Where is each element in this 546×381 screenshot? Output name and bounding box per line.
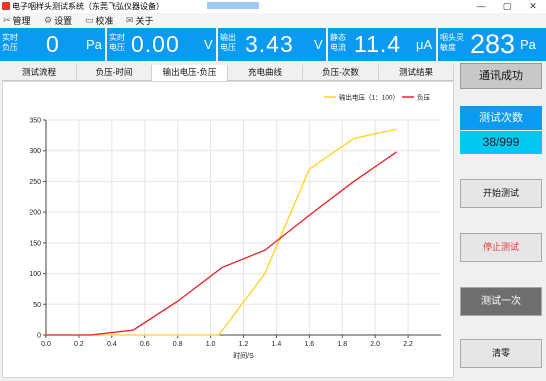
menu-bar: ✂ 管理 ⚙ 设置 ▭ 校准 ✉ 关于 bbox=[0, 13, 546, 27]
menu-calibrate-label: 校准 bbox=[95, 16, 114, 26]
menu-manage-label: 管理 bbox=[12, 16, 31, 26]
tab-pressure-time[interactable]: 负压-时间 bbox=[77, 65, 152, 81]
static-current-value: 11.4 bbox=[354, 31, 402, 57]
x-axis-label: 时间/S bbox=[233, 351, 254, 360]
tab-test-flow[interactable]: 测试流程 bbox=[2, 65, 77, 81]
x-tick-label: 1.2 bbox=[239, 341, 249, 348]
legend-label-1: 负压 bbox=[417, 93, 431, 102]
sensitivity-unit: Pa bbox=[520, 37, 536, 52]
tab-bar: 测试流程 负压-时间 输出电压-负压 充电曲线 负压-次数 测试结果 bbox=[2, 65, 454, 81]
output-voltage-label: 输出电压 bbox=[220, 33, 236, 52]
maximize-button[interactable]: ▢ bbox=[495, 0, 519, 13]
pressure-value: 0 bbox=[46, 31, 59, 57]
sensitivity-label: 咽头灵敏度 bbox=[440, 33, 464, 52]
pressure-label: 实时负压 bbox=[2, 33, 18, 52]
test-count-label: 测试次数 bbox=[460, 106, 542, 130]
x-tick-label: 1.6 bbox=[304, 341, 314, 348]
y-tick-label: 350 bbox=[29, 118, 41, 125]
series-line-1 bbox=[46, 151, 397, 336]
output-voltage-unit: V bbox=[314, 37, 323, 52]
sensitivity-panel: 咽头灵敏度 283 Pa bbox=[438, 28, 546, 61]
calibrate-icon: ▭ bbox=[85, 15, 94, 25]
tab-pressure-count[interactable]: 负压-次数 bbox=[303, 65, 379, 81]
y-tick-label: 0 bbox=[37, 333, 41, 340]
test-once-button[interactable]: 测试一次 bbox=[460, 287, 542, 316]
menu-settings-label: 设置 bbox=[54, 16, 73, 26]
tab-test-results[interactable]: 测试结果 bbox=[379, 65, 454, 81]
tab-voltage-pressure[interactable]: 输出电压-负压 bbox=[152, 65, 228, 81]
legend-label-0: 输出电压（1：100） bbox=[339, 93, 399, 102]
title-bar: 电子咽样头测试系统（东莞飞弘仪器设备） — ▢ ✕ bbox=[0, 0, 546, 13]
menu-about[interactable]: ✉ 关于 bbox=[126, 14, 154, 27]
zero-button[interactable]: 清零 bbox=[460, 339, 542, 368]
y-tick-label: 100 bbox=[29, 271, 41, 278]
voltage-unit: V bbox=[204, 37, 213, 52]
static-current-unit: μA bbox=[416, 37, 433, 52]
x-tick-label: 0.0 bbox=[41, 341, 51, 348]
output-voltage-panel: 输出电压 3.43 V bbox=[218, 28, 326, 61]
gear-icon: ⚙ bbox=[44, 15, 53, 25]
menu-about-label: 关于 bbox=[135, 16, 154, 26]
x-tick-label: 2.2 bbox=[403, 341, 413, 348]
app-logo-icon bbox=[2, 2, 10, 10]
x-tick-label: 1.4 bbox=[272, 341, 282, 348]
x-tick-label: 1.0 bbox=[206, 341, 216, 348]
chart-legend: 输出电压（1：100） 负压 bbox=[324, 93, 431, 102]
voltage-label: 实时电压 bbox=[109, 33, 125, 52]
minimize-button[interactable]: — bbox=[469, 0, 493, 13]
tab-charge-curve[interactable]: 充电曲线 bbox=[228, 65, 303, 81]
static-current-label: 静态电流 bbox=[330, 33, 346, 52]
start-test-button[interactable]: 开始测试 bbox=[460, 179, 542, 208]
x-tick-label: 0.4 bbox=[107, 341, 117, 348]
y-tick-label: 200 bbox=[29, 210, 41, 217]
y-tick-label: 50 bbox=[33, 302, 41, 309]
x-tick-label: 0.2 bbox=[74, 341, 84, 348]
y-tick-label: 300 bbox=[29, 148, 41, 155]
sensitivity-value: 283 bbox=[470, 29, 516, 59]
x-tick-label: 0.8 bbox=[173, 341, 183, 348]
stop-test-button[interactable]: 停止测试 bbox=[460, 233, 542, 262]
voltage-pressure-chart: 0.0 0.2 0.4 0.6 0.8 1.0 1.2 1.4 1.6 1.8 2.0 2.2 0 50 1… bbox=[29, 93, 441, 360]
window-title: 电子咽样头测试系统（东莞飞弘仪器设备） bbox=[12, 2, 164, 11]
menu-calibrate[interactable]: ▭ 校准 bbox=[85, 14, 114, 27]
info-icon: ✉ bbox=[126, 15, 134, 25]
x-tick-label: 2.0 bbox=[370, 341, 380, 348]
close-button[interactable]: ✕ bbox=[521, 0, 545, 13]
y-tick-label: 150 bbox=[29, 240, 41, 247]
test-count-value: 38/999 bbox=[460, 131, 542, 154]
output-voltage-value: 3.43 bbox=[245, 31, 294, 57]
chart-panel: 0.0 0.2 0.4 0.6 0.8 1.0 1.2 1.4 1.6 1.8 2.0 2.2 0 50 1… bbox=[2, 81, 454, 378]
voltage-value: 0.00 bbox=[131, 31, 180, 57]
menu-manage[interactable]: ✂ 管理 bbox=[3, 14, 31, 27]
wrench-icon: ✂ bbox=[3, 15, 11, 25]
y-tick-label: 250 bbox=[29, 179, 41, 186]
x-tick-label: 0.6 bbox=[140, 341, 150, 348]
pressure-unit: Pa bbox=[86, 37, 102, 52]
static-current-panel: 静态电流 11.4 μA bbox=[328, 28, 436, 61]
pressure-panel: 实时负压 0 Pa bbox=[0, 28, 105, 61]
voltage-panel: 实时电压 0.00 V bbox=[107, 28, 216, 61]
x-tick-label: 1.8 bbox=[337, 341, 347, 348]
title-highlight bbox=[207, 2, 259, 9]
menu-settings[interactable]: ⚙ 设置 bbox=[44, 14, 72, 27]
connection-status: 通讯成功 bbox=[460, 63, 542, 89]
